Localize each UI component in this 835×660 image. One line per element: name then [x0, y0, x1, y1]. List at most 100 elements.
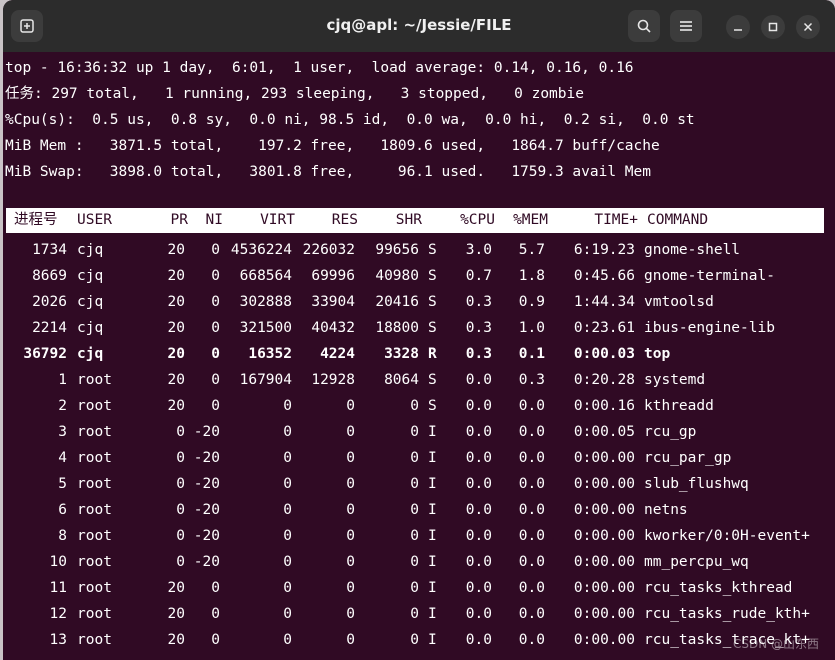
cell-cpu: 0.0: [465, 502, 492, 518]
cell-command: gnome-terminal-: [644, 268, 775, 284]
process-row: 13 root 20 0 0 0 0 I 0.0 0.0 0:00.00 rcu_tasks_trac…: [3, 627, 835, 653]
cpu-line: %Cpu(s): 0.5 us, 0.8 sy, 0.0 ni, 98.5 id…: [5, 112, 695, 128]
process-row: 1 root 20 0 167904 12928 8064 S 0.0 0.3 0:20.28 sys…: [3, 367, 835, 393]
cell-user: cjq: [77, 346, 104, 362]
cell-command: ibus-engine-lib: [644, 320, 775, 336]
cell-virt: 167904: [239, 372, 292, 388]
cell-mem: 0.3: [518, 372, 545, 388]
cell-time: 0:00.00: [573, 450, 635, 466]
cell-pid: 10: [49, 554, 67, 570]
cell-ni: 0: [211, 346, 220, 362]
cell-pid: 1734: [32, 242, 67, 258]
process-row: 12 root 20 0 0 0 0 I 0.0 0.0 0:00.00 rcu_tasks_rude…: [3, 601, 835, 627]
cell-ni: -20: [193, 528, 220, 544]
cell-time: 0:23.61: [573, 320, 635, 336]
cell-ni: -20: [193, 476, 220, 492]
cell-res: 0: [346, 398, 355, 414]
cell-pid: 2026: [32, 294, 67, 310]
cell-cpu: 0.0: [465, 476, 492, 492]
cell-time: 0:45.66: [573, 268, 635, 284]
cell-virt: 668564: [239, 268, 292, 284]
process-row: 5 root 0 -20 0 0 0 I 0.0 0.0 0:00.00 slub_flushwq: [3, 471, 835, 497]
cell-res: 0: [346, 476, 355, 492]
cell-ni: -20: [193, 450, 220, 466]
cell-pid: 1: [58, 372, 67, 388]
cell-virt: 321500: [239, 320, 292, 336]
process-row: 2 root 20 0 0 0 0 S 0.0 0.0 0:00.16 kthreadd: [3, 393, 835, 419]
cell-command: kworker/0:0H-event+: [644, 528, 810, 544]
process-row: 3 root 0 -20 0 0 0 I 0.0 0.0 0:00.05 rcu_gp: [3, 419, 835, 445]
cell-pr: 20: [167, 294, 185, 310]
close-icon: [803, 22, 813, 32]
cell-mem: 0.0: [518, 606, 545, 622]
cell-pr: 0: [176, 424, 185, 440]
cell-pr: 20: [167, 372, 185, 388]
cell-mem: 0.0: [518, 398, 545, 414]
cell-pr: 20: [167, 580, 185, 596]
maximize-button[interactable]: [761, 15, 785, 39]
title-bar: cjq@apl: ~/Jessie/FILE: [3, 0, 835, 52]
col-shr: SHR: [395, 212, 422, 228]
menu-button[interactable]: [670, 10, 702, 42]
cell-mem: 0.0: [518, 502, 545, 518]
cell-mem: 1.8: [518, 268, 545, 284]
window-title: cjq@apl: ~/Jessie/FILE: [326, 16, 512, 34]
cell-command: rcu_tasks_kthread: [644, 580, 793, 596]
col-cpu: %CPU: [460, 212, 495, 228]
cell-res: 4224: [320, 346, 355, 362]
cell-mem: 0.0: [518, 450, 545, 466]
col-time: TIME+: [594, 212, 638, 228]
cell-pid: 11: [49, 580, 67, 596]
cell-ni: 0: [211, 242, 220, 258]
minimize-button[interactable]: [726, 15, 750, 39]
cell-virt: 0: [283, 580, 292, 596]
terminal-output[interactable]: top - 16:36:32 up 1 day, 6:01, 1 user, l…: [3, 52, 835, 660]
process-row: 6 root 0 -20 0 0 0 I 0.0 0.0 0:00.00 netns: [3, 497, 835, 523]
cell-command: netns: [644, 502, 688, 518]
cell-virt: 302888: [239, 294, 292, 310]
cell-user: root: [77, 476, 112, 492]
cell-s: I: [428, 632, 437, 648]
cell-shr: 99656: [375, 242, 419, 258]
cell-time: 0:00.00: [573, 528, 635, 544]
cell-ni: 0: [211, 398, 220, 414]
cell-virt: 0: [283, 398, 292, 414]
col-pr: PR: [170, 212, 188, 228]
cell-command: kthreadd: [644, 398, 714, 414]
cell-pid: 2: [58, 398, 67, 414]
swap-line: MiB Swap: 3898.0 total, 3801.8 free, 96.…: [5, 164, 652, 180]
close-button[interactable]: [796, 15, 820, 39]
cell-time: 0:00.05: [573, 424, 635, 440]
cell-virt: 0: [283, 632, 292, 648]
cell-time: 0:00.00: [573, 606, 635, 622]
cell-res: 0: [346, 580, 355, 596]
col-command: COMMAND: [647, 212, 709, 228]
cell-virt: 0: [283, 476, 292, 492]
cell-cpu: 0.0: [465, 606, 492, 622]
cell-shr: 8064: [384, 372, 419, 388]
cell-pr: 20: [167, 320, 185, 336]
cell-s: S: [428, 294, 437, 310]
mem-line: MiB Mem : 3871.5 total, 197.2 free, 1809…: [5, 138, 660, 154]
cell-pid: 8669: [32, 268, 67, 284]
maximize-icon: [768, 22, 778, 32]
cell-virt: 0: [283, 424, 292, 440]
cell-pr: 0: [176, 450, 185, 466]
search-button[interactable]: [628, 10, 660, 42]
cell-ni: 0: [211, 294, 220, 310]
cell-ni: -20: [193, 502, 220, 518]
cell-mem: 1.0: [518, 320, 545, 336]
cell-s: I: [428, 606, 437, 622]
cell-shr: 18800: [375, 320, 419, 336]
cell-shr: 0: [410, 424, 419, 440]
cell-res: 0: [346, 632, 355, 648]
cell-pr: 20: [167, 632, 185, 648]
cell-shr: 0: [410, 528, 419, 544]
cell-cpu: 0.0: [465, 528, 492, 544]
cell-command: slub_flushwq: [644, 476, 749, 492]
cell-user: root: [77, 528, 112, 544]
cell-user: cjq: [77, 268, 104, 284]
uptime-line: top - 16:36:32 up 1 day, 6:01, 1 user, l…: [5, 60, 634, 76]
cell-pr: 0: [176, 528, 185, 544]
cell-res: 33904: [311, 294, 355, 310]
